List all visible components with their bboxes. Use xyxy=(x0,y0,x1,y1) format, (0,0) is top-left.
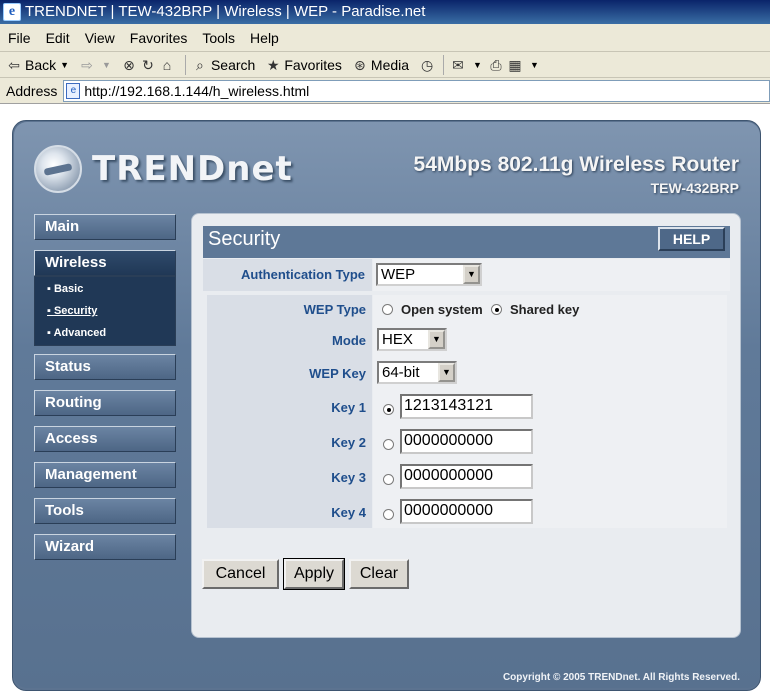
product-title: 54Mbps 802.11g Wireless Router xyxy=(413,153,739,176)
sidebar-item-status[interactable]: Status xyxy=(34,354,176,380)
wep-type-label: WEP Type xyxy=(303,302,366,317)
submenu-item-basic[interactable]: ▪ Basic xyxy=(47,283,83,295)
forward-button[interactable]: ⇨ ▼ xyxy=(79,57,111,73)
search-icon: ⌕ xyxy=(196,56,204,73)
key-3-input[interactable]: 0000000000 xyxy=(400,464,533,489)
sidebar-item-main[interactable]: Main xyxy=(34,214,176,240)
sidebar-item-routing[interactable]: Routing xyxy=(34,390,176,416)
mail-icon[interactable]: ✉ xyxy=(450,57,466,73)
menu-help[interactable]: Help xyxy=(250,30,279,46)
forward-dropdown-icon[interactable]: ▼ xyxy=(102,60,111,70)
menu-view[interactable]: View xyxy=(85,30,115,46)
key-4-radio[interactable] xyxy=(383,509,394,520)
back-button[interactable]: ⇦ Back ▼ xyxy=(6,57,69,73)
sidebar-item-management[interactable]: Management xyxy=(34,462,176,488)
key-2-radio[interactable] xyxy=(383,439,394,450)
address-url[interactable]: http://192.168.1.144/h_wireless.html xyxy=(84,83,309,99)
window-title: TRENDNET | TEW-432BRP | Wireless | WEP -… xyxy=(25,3,426,20)
wireless-submenu: ▪ Basic ▪ Security ▪ Advanced xyxy=(34,276,176,346)
refresh-icon[interactable]: ↻ xyxy=(140,57,156,73)
search-label: Search xyxy=(210,56,256,73)
media-button[interactable]: ⊛ Media xyxy=(352,57,409,73)
auth-type-label: Authentication Type xyxy=(241,267,365,282)
mode-label: Mode xyxy=(332,333,366,348)
key-2-input[interactable]: 0000000000 xyxy=(400,429,533,454)
page-title: Security xyxy=(208,228,281,250)
key-1-input[interactable]: 1213143121 xyxy=(400,394,533,419)
back-arrow-icon: ⇦ xyxy=(8,56,20,73)
browser-toolbar: ⇦ Back ▼ ⇨ ▼ ⊗ ↻ ⌂ ⌕ Search ★ Favorites … xyxy=(0,52,770,78)
mail-dropdown-icon[interactable]: ▼ xyxy=(473,60,482,70)
favorites-label: Favorites xyxy=(284,56,342,73)
copyright-text: Copyright © 2005 TRENDnet. All Rights Re… xyxy=(502,672,740,683)
favorites-icon: ★ xyxy=(267,56,280,73)
ie-icon: e xyxy=(3,3,21,21)
page-icon: e xyxy=(66,82,81,99)
key-3-radio[interactable] xyxy=(383,474,394,485)
menu-bar: File Edit View Favorites Tools Help xyxy=(0,24,770,52)
clear-button[interactable]: Clear xyxy=(349,559,409,589)
mode-value: HEX xyxy=(382,331,413,348)
chevron-down-icon: ▼ xyxy=(438,363,455,382)
submenu-item-security[interactable]: ▪ Security xyxy=(47,305,97,317)
home-icon[interactable]: ⌂ xyxy=(159,57,175,73)
wep-key-select[interactable]: 64-bit ▼ xyxy=(377,361,457,384)
menu-file[interactable]: File xyxy=(8,30,31,46)
key-3-label: Key 3 xyxy=(331,470,366,485)
edit-dropdown-icon[interactable]: ▼ xyxy=(530,60,539,70)
wep-type-open-radio[interactable] xyxy=(382,304,393,315)
trendnet-logo-text: TRENDnet xyxy=(92,149,293,189)
trendnet-logo-icon xyxy=(34,145,82,193)
chevron-down-icon: ▼ xyxy=(428,330,445,349)
wep-type-shared-radio[interactable] xyxy=(491,304,502,315)
key-4-label: Key 4 xyxy=(331,505,366,520)
edit-icon[interactable]: ▦ xyxy=(507,57,523,73)
forward-arrow-icon: ⇨ xyxy=(81,56,93,73)
product-model: TEW-432BRP xyxy=(650,180,739,196)
media-icon: ⊛ xyxy=(354,56,366,73)
wep-key-value: 64-bit xyxy=(382,364,420,381)
back-dropdown-icon[interactable]: ▼ xyxy=(60,60,69,70)
help-button[interactable]: HELP xyxy=(658,227,725,251)
key-4-input[interactable]: 0000000000 xyxy=(400,499,533,524)
stop-icon[interactable]: ⊗ xyxy=(121,57,137,73)
window-titlebar: e TRENDNET | TEW-432BRP | Wireless | WEP… xyxy=(0,0,770,24)
apply-button[interactable]: Apply xyxy=(283,558,345,590)
submenu-item-advanced[interactable]: ▪ Advanced xyxy=(47,327,106,339)
auth-type-value: WEP xyxy=(381,266,416,283)
key-2-label: Key 2 xyxy=(331,435,366,450)
menu-tools[interactable]: Tools xyxy=(202,30,235,46)
print-icon[interactable]: ⎙ xyxy=(488,57,504,73)
sidebar-item-tools[interactable]: Tools xyxy=(34,498,176,524)
toolbar-separator xyxy=(443,54,445,75)
chevron-down-icon: ▼ xyxy=(463,265,480,284)
cancel-button[interactable]: Cancel xyxy=(202,559,279,589)
mode-select[interactable]: HEX ▼ xyxy=(377,328,447,351)
address-label: Address xyxy=(6,82,58,99)
key-1-label: Key 1 xyxy=(331,400,366,415)
menu-favorites[interactable]: Favorites xyxy=(130,30,188,46)
panel-header xyxy=(203,226,730,258)
back-label: Back xyxy=(25,56,57,73)
address-bar: Address e http://192.168.1.144/h_wireles… xyxy=(0,78,770,104)
wep-type-open-label: Open system xyxy=(401,302,483,317)
sidebar-item-wizard[interactable]: Wizard xyxy=(34,534,176,560)
favorites-button[interactable]: ★ Favorites xyxy=(265,57,342,73)
wep-key-label: WEP Key xyxy=(309,366,366,381)
auth-type-select[interactable]: WEP ▼ xyxy=(376,263,482,286)
search-button[interactable]: ⌕ Search xyxy=(192,57,255,73)
sidebar-item-wireless[interactable]: Wireless xyxy=(34,250,176,276)
toolbar-separator xyxy=(184,54,186,75)
sidebar-item-access[interactable]: Access xyxy=(34,426,176,452)
key-1-radio[interactable] xyxy=(383,404,394,415)
wep-type-shared-label: Shared key xyxy=(510,302,580,317)
menu-edit[interactable]: Edit xyxy=(46,30,70,46)
address-input[interactable]: e http://192.168.1.144/h_wireless.html xyxy=(63,79,770,102)
history-icon[interactable]: ◷ xyxy=(419,57,435,73)
media-label: Media xyxy=(370,56,410,73)
